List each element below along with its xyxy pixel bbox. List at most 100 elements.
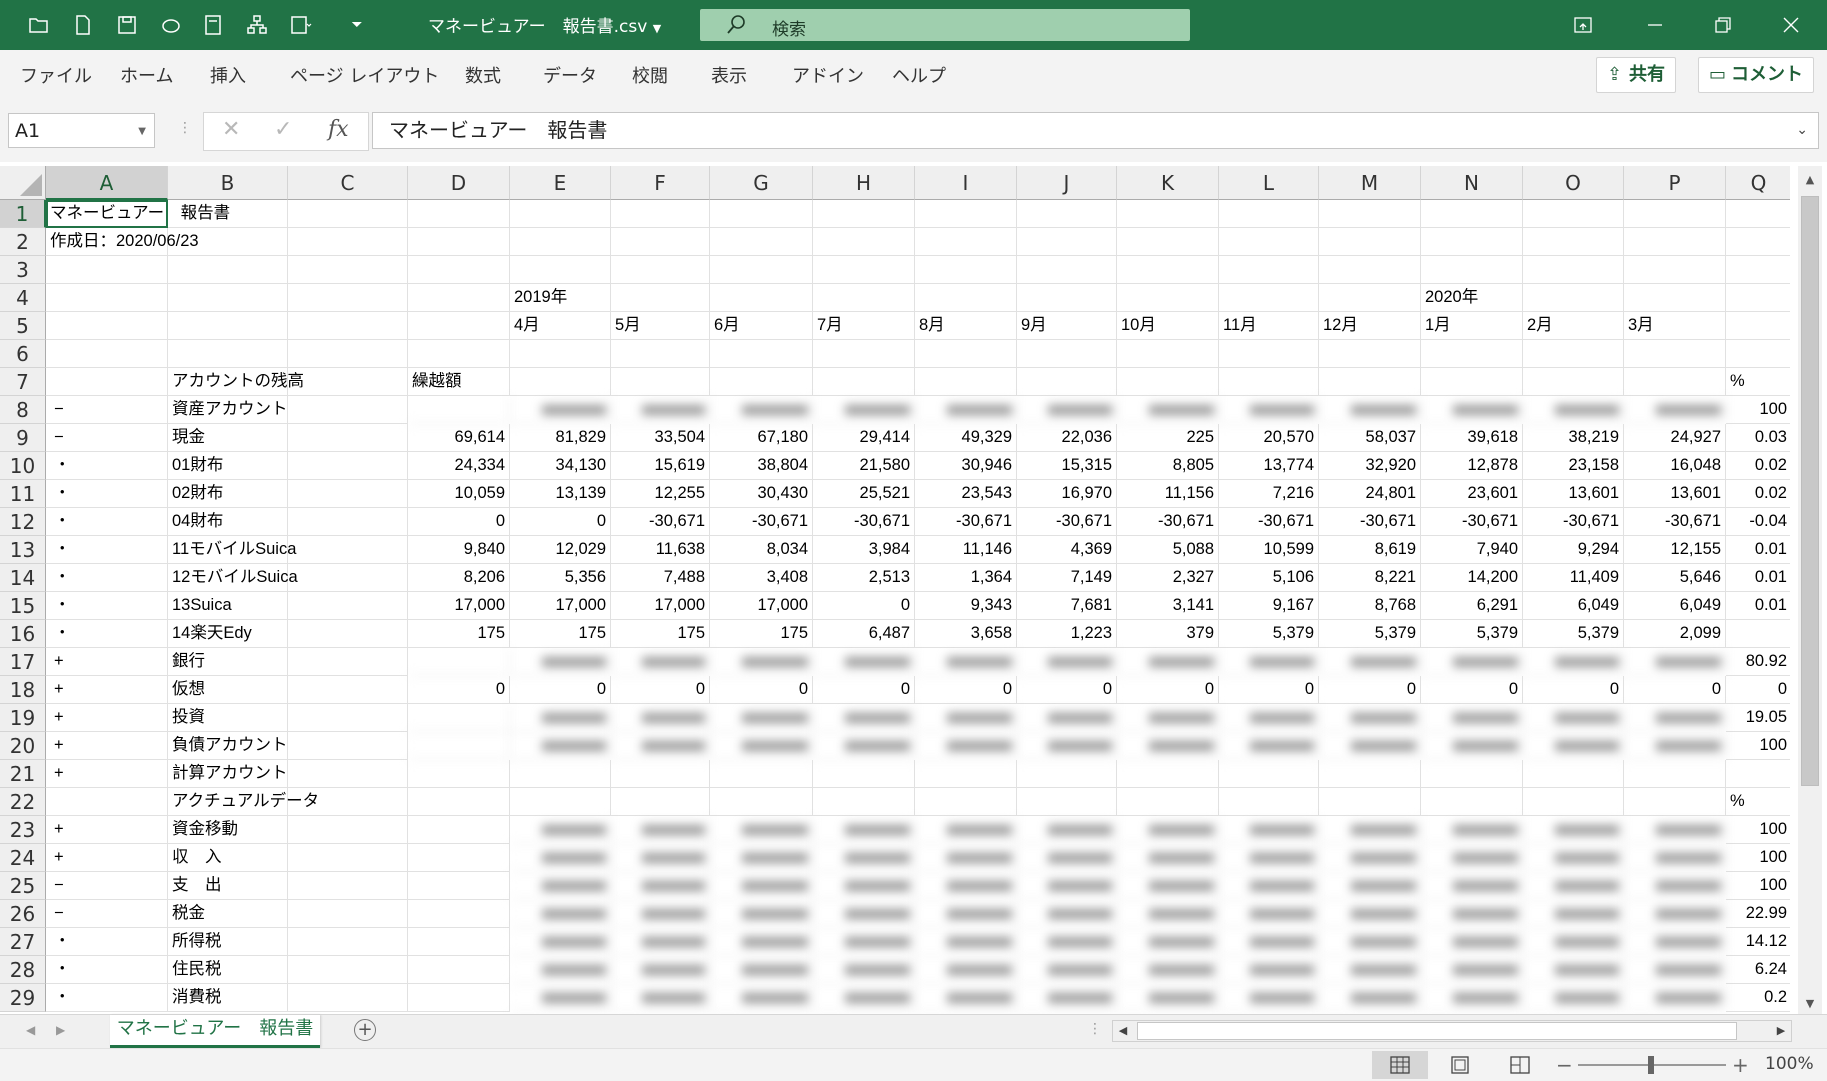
cell-m10[interactable]: 32,920 xyxy=(1319,452,1421,480)
cell-n28[interactable] xyxy=(1421,956,1523,984)
cell-d2[interactable] xyxy=(408,228,510,256)
cell-q4[interactable] xyxy=(1726,284,1790,312)
cell-c3[interactable] xyxy=(288,256,408,284)
calculator-icon[interactable] xyxy=(202,14,224,36)
row-header-16[interactable]: 16 xyxy=(0,620,46,648)
cell-a22[interactable] xyxy=(46,788,168,816)
cell-k6[interactable] xyxy=(1117,340,1219,368)
cell-p28[interactable] xyxy=(1624,956,1726,984)
cell-a17[interactable]: + xyxy=(46,648,168,676)
cell-e11[interactable]: 13,139 xyxy=(510,480,611,508)
cell-e8[interactable] xyxy=(510,396,611,424)
cell-j26[interactable] xyxy=(1017,900,1117,928)
cell-q12[interactable]: -0.04 xyxy=(1726,508,1790,536)
cell-k25[interactable] xyxy=(1117,872,1219,900)
cell-q11[interactable]: 0.02 xyxy=(1726,480,1790,508)
cell-g21[interactable] xyxy=(710,760,813,788)
cell-f16[interactable]: 175 xyxy=(611,620,710,648)
cell-d13[interactable]: 9,840 xyxy=(408,536,510,564)
cell-a1[interactable]: マネービュアー 報告書 xyxy=(46,200,230,228)
cell-g15[interactable]: 17,000 xyxy=(710,592,813,620)
cell-f23[interactable] xyxy=(611,816,710,844)
row-header-2[interactable]: 2 xyxy=(0,228,46,256)
cell-e4[interactable]: 2019年 xyxy=(510,284,611,312)
cell-m25[interactable] xyxy=(1319,872,1421,900)
cell-m3[interactable] xyxy=(1319,256,1421,284)
cell-m2[interactable] xyxy=(1319,228,1421,256)
cell-k14[interactable]: 2,327 xyxy=(1117,564,1219,592)
cell-j9[interactable]: 22,036 xyxy=(1017,424,1117,452)
column-header-p[interactable]: P xyxy=(1624,166,1726,200)
row-header-22[interactable]: 22 xyxy=(0,788,46,816)
cell-j13[interactable]: 4,369 xyxy=(1017,536,1117,564)
cell-l4[interactable] xyxy=(1219,284,1319,312)
cell-b23[interactable]: 資金移動 xyxy=(168,816,288,844)
splitter-handle[interactable]: ⋮ xyxy=(178,120,192,136)
cell-i4[interactable] xyxy=(915,284,1017,312)
cell-k10[interactable]: 8,805 xyxy=(1117,452,1219,480)
cell-o7[interactable] xyxy=(1523,368,1624,396)
cell-l3[interactable] xyxy=(1219,256,1319,284)
row-header-29[interactable]: 29 xyxy=(0,984,46,1012)
column-header-d[interactable]: D xyxy=(408,166,510,200)
cell-p4[interactable] xyxy=(1624,284,1726,312)
cell-q2[interactable] xyxy=(1726,228,1790,256)
next-sheet-icon[interactable]: ▶ xyxy=(56,1023,65,1037)
cell-e1[interactable] xyxy=(510,200,611,228)
cell-f27[interactable] xyxy=(611,928,710,956)
cell-i3[interactable] xyxy=(915,256,1017,284)
cell-l6[interactable] xyxy=(1219,340,1319,368)
cell-d20[interactable] xyxy=(408,732,510,760)
cell-p15[interactable]: 6,049 xyxy=(1624,592,1726,620)
cell-p19[interactable] xyxy=(1624,704,1726,732)
vertical-scroll-thumb[interactable] xyxy=(1801,196,1819,786)
cell-e19[interactable] xyxy=(510,704,611,732)
cell-i16[interactable]: 3,658 xyxy=(915,620,1017,648)
cell-j19[interactable] xyxy=(1017,704,1117,732)
tab-insert[interactable]: 挿入 xyxy=(210,62,246,88)
cell-i27[interactable] xyxy=(915,928,1017,956)
cell-b16[interactable]: 14楽天Edy xyxy=(168,620,288,648)
column-header-o[interactable]: O xyxy=(1523,166,1624,200)
cell-n24[interactable] xyxy=(1421,844,1523,872)
cell-p3[interactable] xyxy=(1624,256,1726,284)
cell-a20[interactable]: + xyxy=(46,732,168,760)
spreadsheet-grid[interactable]: ABCDEFGHIJKLMNOPQ 1 マネービュアー 報告書 2 作成日：2020/… xyxy=(0,166,1790,1014)
cell-f14[interactable]: 7,488 xyxy=(611,564,710,592)
cell-d14[interactable]: 8,206 xyxy=(408,564,510,592)
tab-review[interactable]: 校閲 xyxy=(632,62,668,88)
cell-b9[interactable]: 現金 xyxy=(168,424,288,452)
cell-a23[interactable]: + xyxy=(46,816,168,844)
cell-c1[interactable] xyxy=(288,200,408,228)
cell-a24[interactable]: + xyxy=(46,844,168,872)
cell-c27[interactable] xyxy=(288,928,408,956)
cancel-icon[interactable]: ✕ xyxy=(222,117,240,142)
cell-k9[interactable]: 225 xyxy=(1117,424,1219,452)
cell-c12[interactable] xyxy=(288,508,408,536)
cell-o5[interactable]: 2月 xyxy=(1523,312,1624,340)
cell-g18[interactable]: 0 xyxy=(710,676,813,704)
cell-d9[interactable]: 69,614 xyxy=(408,424,510,452)
cell-l18[interactable]: 0 xyxy=(1219,676,1319,704)
cell-l8[interactable] xyxy=(1219,396,1319,424)
cell-c9[interactable] xyxy=(288,424,408,452)
cell-h3[interactable] xyxy=(813,256,915,284)
cell-n11[interactable]: 23,601 xyxy=(1421,480,1523,508)
cell-n18[interactable]: 0 xyxy=(1421,676,1523,704)
splitter-handle[interactable]: ⋮ xyxy=(1088,1021,1102,1037)
cell-g6[interactable] xyxy=(710,340,813,368)
cell-i13[interactable]: 11,146 xyxy=(915,536,1017,564)
cell-n12[interactable]: -30,671 xyxy=(1421,508,1523,536)
column-header-a[interactable]: A xyxy=(46,166,168,200)
cell-h10[interactable]: 21,580 xyxy=(813,452,915,480)
column-header-j[interactable]: J xyxy=(1017,166,1117,200)
cell-f1[interactable] xyxy=(611,200,710,228)
tab-file[interactable]: ファイル xyxy=(20,62,92,88)
cell-j11[interactable]: 16,970 xyxy=(1017,480,1117,508)
cell-j22[interactable] xyxy=(1017,788,1117,816)
cell-q20[interactable]: 100 xyxy=(1726,732,1790,760)
cell-n20[interactable] xyxy=(1421,732,1523,760)
scroll-left-icon[interactable]: ◀ xyxy=(1113,1021,1133,1041)
cell-a2[interactable]: 作成日：2020/06/23 xyxy=(46,228,199,256)
cell-f13[interactable]: 11,638 xyxy=(611,536,710,564)
